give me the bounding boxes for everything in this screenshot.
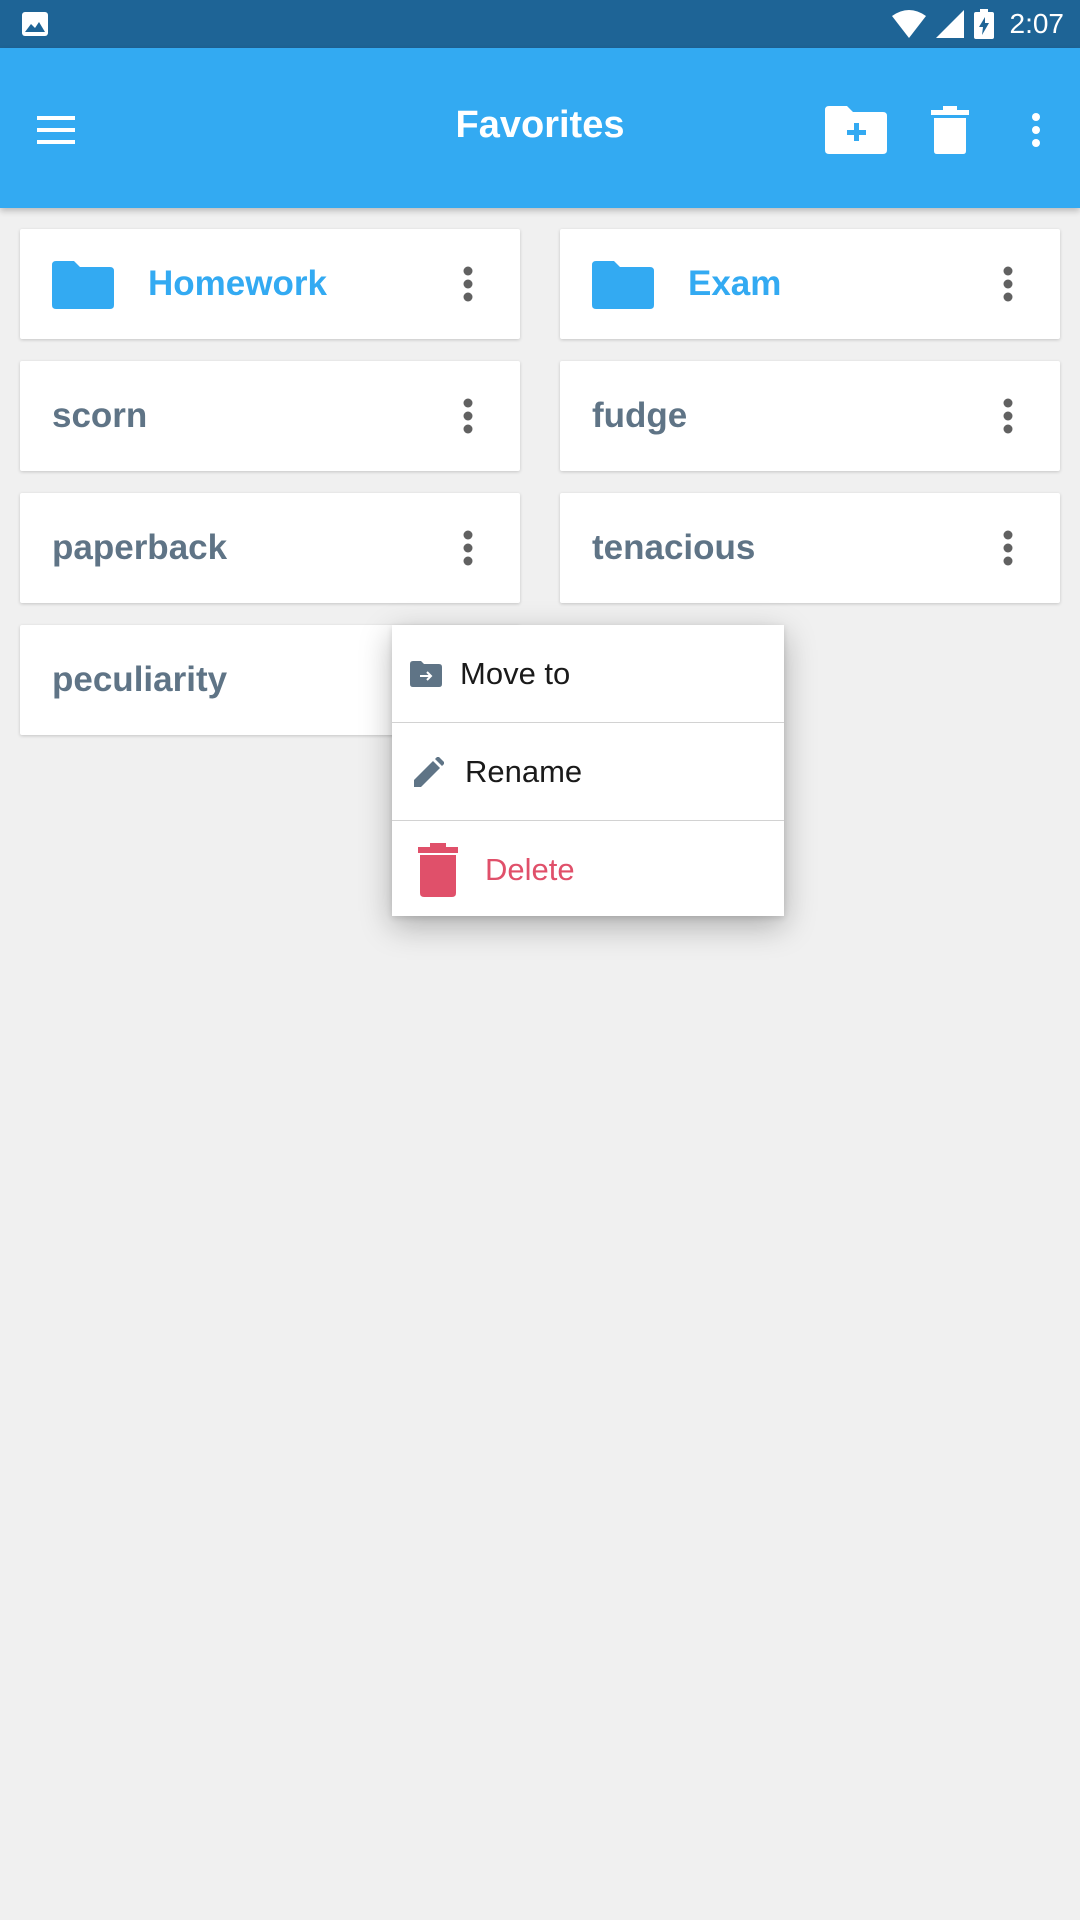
more-vert-icon bbox=[1003, 266, 1013, 302]
card-more-button[interactable] bbox=[996, 523, 1020, 573]
note-card-paperback[interactable]: paperback bbox=[20, 493, 520, 603]
note-card-fudge[interactable]: fudge bbox=[560, 361, 1060, 471]
overflow-menu-icon bbox=[1032, 113, 1040, 147]
menu-item-delete[interactable]: Delete bbox=[392, 821, 784, 918]
folder-icon bbox=[52, 261, 114, 309]
menu-item-move-to[interactable]: Move to bbox=[392, 625, 784, 723]
note-card-tenacious[interactable]: tenacious bbox=[560, 493, 1060, 603]
more-vert-icon bbox=[1003, 398, 1013, 434]
gallery-icon bbox=[22, 12, 48, 36]
new-folder-button[interactable] bbox=[820, 98, 892, 162]
card-label: tenacious bbox=[592, 528, 756, 567]
move-to-folder-icon bbox=[410, 660, 442, 687]
overflow-menu-button[interactable] bbox=[1010, 98, 1062, 162]
folder-card-homework[interactable]: Homework bbox=[20, 229, 520, 339]
folder-card-exam[interactable]: Exam bbox=[560, 229, 1060, 339]
trash-icon bbox=[931, 106, 969, 154]
card-label: Homework bbox=[148, 264, 327, 303]
more-vert-icon bbox=[463, 530, 473, 566]
pencil-icon bbox=[414, 756, 444, 787]
wifi-icon bbox=[891, 10, 926, 38]
card-label: paperback bbox=[52, 528, 228, 567]
card-label: fudge bbox=[592, 396, 688, 435]
card-label: peculiarity bbox=[52, 660, 228, 699]
more-vert-icon bbox=[1003, 530, 1013, 566]
new-folder-icon bbox=[825, 106, 887, 154]
more-vert-icon bbox=[463, 266, 473, 302]
card-more-button[interactable] bbox=[456, 523, 480, 573]
note-card-scorn[interactable]: scorn bbox=[20, 361, 520, 471]
menu-item-label: Rename bbox=[465, 754, 583, 789]
clock: 2:07 bbox=[1009, 8, 1065, 39]
card-more-button[interactable] bbox=[456, 259, 480, 309]
delete-button[interactable] bbox=[918, 98, 982, 162]
folder-icon bbox=[592, 261, 654, 309]
card-more-button[interactable] bbox=[456, 391, 480, 441]
card-label: scorn bbox=[52, 396, 148, 435]
more-vert-icon bbox=[463, 398, 473, 434]
card-more-button[interactable] bbox=[996, 259, 1020, 309]
status-bar: 2:07 bbox=[0, 0, 1080, 48]
trash-icon bbox=[418, 842, 458, 897]
signal-icon bbox=[935, 10, 964, 38]
battery-charging-icon bbox=[973, 9, 994, 39]
menu-item-label: Delete bbox=[485, 852, 575, 887]
menu-item-rename[interactable]: Rename bbox=[392, 723, 784, 821]
app-bar: Favorites bbox=[0, 48, 1080, 208]
menu-item-label: Move to bbox=[460, 656, 571, 691]
card-label: Exam bbox=[688, 264, 782, 303]
card-more-button[interactable] bbox=[996, 391, 1020, 441]
context-menu: Move to Rename Delete bbox=[392, 625, 784, 916]
